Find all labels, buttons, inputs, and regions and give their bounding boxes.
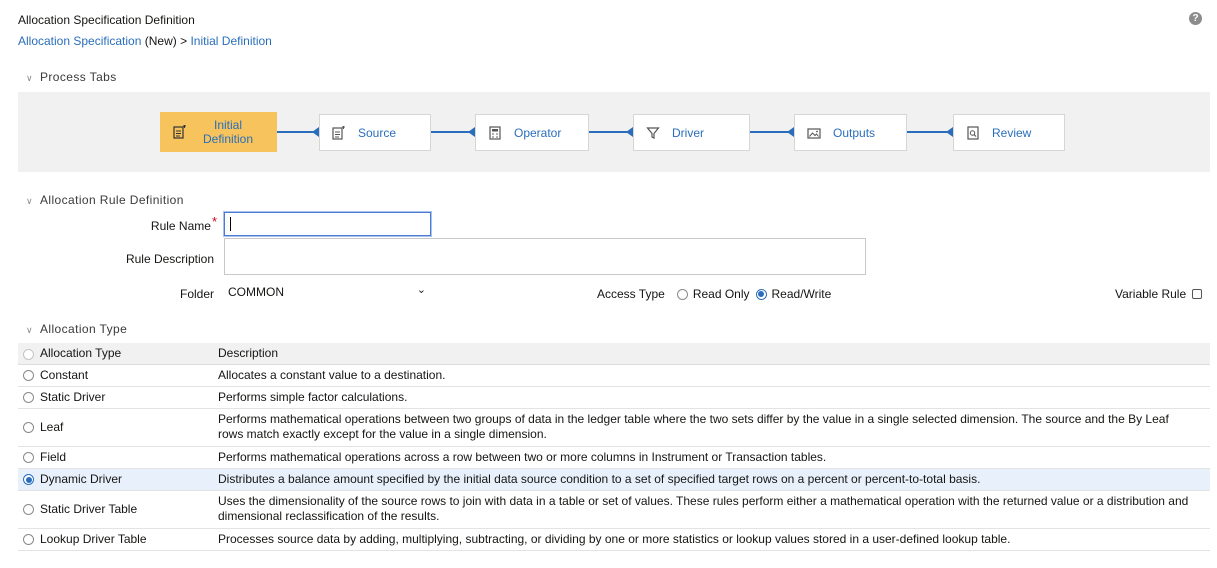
row-radio[interactable]: [23, 504, 34, 516]
variable-rule-label: Variable Rule: [1115, 287, 1187, 301]
read-write-radio[interactable]: [755, 288, 767, 300]
tab-label: Outputs: [833, 125, 876, 140]
allocation-type-header[interactable]: ∨ Allocation Type: [26, 322, 127, 336]
row-radio[interactable]: [23, 452, 34, 464]
rule-name-label: Rule Name*: [150, 214, 217, 233]
rule-definition-title: Allocation Rule Definition: [40, 193, 184, 207]
description-cell: Performs mathematical operations between…: [214, 408, 1210, 447]
table-row[interactable]: Static Driver Table Uses the dimensional…: [18, 490, 1210, 529]
table-row[interactable]: Leaf Performs mathematical operations be…: [18, 408, 1210, 447]
filter-icon: [646, 126, 660, 139]
column-header-description[interactable]: Description: [214, 343, 1210, 365]
allocation-type-table: Allocation Type Description Constant All…: [18, 343, 1210, 551]
tab-review[interactable]: Review: [953, 114, 1065, 151]
access-read-write-option[interactable]: Read/Write: [755, 287, 831, 301]
chevron-down-icon: ∨: [26, 73, 33, 83]
description-cell: Allocates a constant value to a destinat…: [214, 364, 1210, 387]
tab-label: Review: [992, 125, 1032, 140]
breadcrumb-separator: >: [180, 34, 188, 48]
breadcrumb-status: (New): [144, 34, 177, 48]
table-header-row: Allocation Type Description: [18, 343, 1210, 365]
allocation-type-cell: Leaf: [36, 408, 214, 447]
chevron-down-icon: ⌄: [416, 284, 426, 296]
allocation-type-cell: Field: [36, 446, 214, 469]
description-cell: Performs mathematical operations across …: [214, 446, 1210, 469]
column-header-allocation-type[interactable]: Allocation Type: [36, 343, 214, 365]
row-radio[interactable]: [23, 392, 34, 404]
row-radio[interactable]: [23, 534, 34, 546]
variable-rule-checkbox[interactable]: [1192, 289, 1203, 299]
tab-outputs[interactable]: Outputs: [794, 114, 907, 151]
arrow-left-icon: [946, 127, 953, 137]
allocation-type-title: Allocation Type: [40, 322, 128, 336]
tab-source[interactable]: Source: [319, 114, 431, 151]
allocation-type-cell: Constant: [36, 364, 214, 387]
table-row[interactable]: Lookup Driver Table Processes source dat…: [18, 528, 1210, 551]
access-read-only-option[interactable]: Read Only: [676, 287, 750, 301]
arrow-left-icon: [312, 127, 319, 137]
table-row[interactable]: Static Driver Performs simple factor cal…: [18, 386, 1210, 409]
rule-definition-header[interactable]: ∨ Allocation Rule Definition: [26, 193, 184, 207]
image-icon: [807, 127, 821, 139]
read-only-radio[interactable]: [676, 288, 688, 300]
tab-operator[interactable]: Operator: [475, 114, 589, 151]
rule-description-label: Rule Description: [125, 252, 214, 266]
tab-initial-definition[interactable]: Initial Definition: [160, 112, 277, 152]
arrow-left-icon: [787, 127, 794, 137]
variable-rule-group: Variable Rule: [1115, 287, 1203, 301]
description-cell: Processes source data by adding, multipl…: [214, 528, 1210, 551]
access-type-label: Access Type: [597, 287, 665, 301]
document-edit-icon: [332, 125, 345, 140]
chevron-down-icon: ∨: [26, 196, 33, 206]
folder-label: Folder: [179, 287, 214, 301]
process-tabs-header[interactable]: ∨ Process Tabs: [26, 70, 117, 84]
document-edit-icon: [173, 125, 186, 139]
tab-driver[interactable]: Driver: [633, 114, 750, 151]
process-tabs-title: Process Tabs: [40, 70, 117, 84]
chevron-down-icon: ∨: [26, 325, 33, 335]
calculator-icon: [489, 125, 501, 140]
allocation-type-cell: Lookup Driver Table: [36, 528, 214, 551]
description-cell: Performs simple factor calculations.: [214, 386, 1210, 409]
table-row[interactable]: Constant Allocates a constant value to a…: [18, 364, 1210, 387]
tab-label: Operator: [514, 125, 562, 140]
arrow-left-icon: [468, 127, 475, 137]
breadcrumb: Allocation Specification (New) > Initial…: [18, 34, 272, 48]
table-row-selected[interactable]: Dynamic Driver Distributes a balance amo…: [18, 468, 1210, 491]
row-radio[interactable]: [23, 422, 34, 434]
allocation-type-cell: Static Driver Table: [36, 490, 214, 529]
required-marker: *: [211, 214, 217, 229]
arrow-left-icon: [626, 127, 633, 137]
tab-label: Initial Definition: [203, 118, 254, 146]
select-column-header: [18, 343, 36, 365]
table-row[interactable]: Field Performs mathematical operations a…: [18, 446, 1210, 469]
rule-name-input[interactable]: [224, 212, 431, 236]
folder-value: COMMON: [228, 285, 284, 299]
tab-label: Source: [358, 125, 397, 140]
page-title: Allocation Specification Definition: [18, 13, 195, 27]
allocation-type-cell: Static Driver: [36, 386, 214, 409]
rule-description-input[interactable]: [224, 238, 866, 275]
help-icon[interactable]: ?: [1189, 12, 1202, 25]
breadcrumb-spec-link[interactable]: Allocation Specification: [18, 34, 141, 48]
folder-select[interactable]: COMMON ⌄: [222, 284, 430, 302]
description-cell: Uses the dimensionality of the source ro…: [214, 490, 1210, 529]
row-radio[interactable]: [23, 370, 34, 382]
allocation-type-cell: Dynamic Driver: [36, 468, 214, 491]
access-type-group: Access Type Read Only Read/Write: [597, 287, 831, 301]
description-cell: Distributes a balance amount specified b…: [214, 468, 1210, 491]
header-radio: [23, 348, 34, 360]
row-radio-checked[interactable]: [23, 474, 34, 486]
breadcrumb-current-link[interactable]: Initial Definition: [190, 34, 271, 48]
tab-label: Driver: [672, 125, 704, 140]
review-document-icon: [967, 125, 979, 140]
